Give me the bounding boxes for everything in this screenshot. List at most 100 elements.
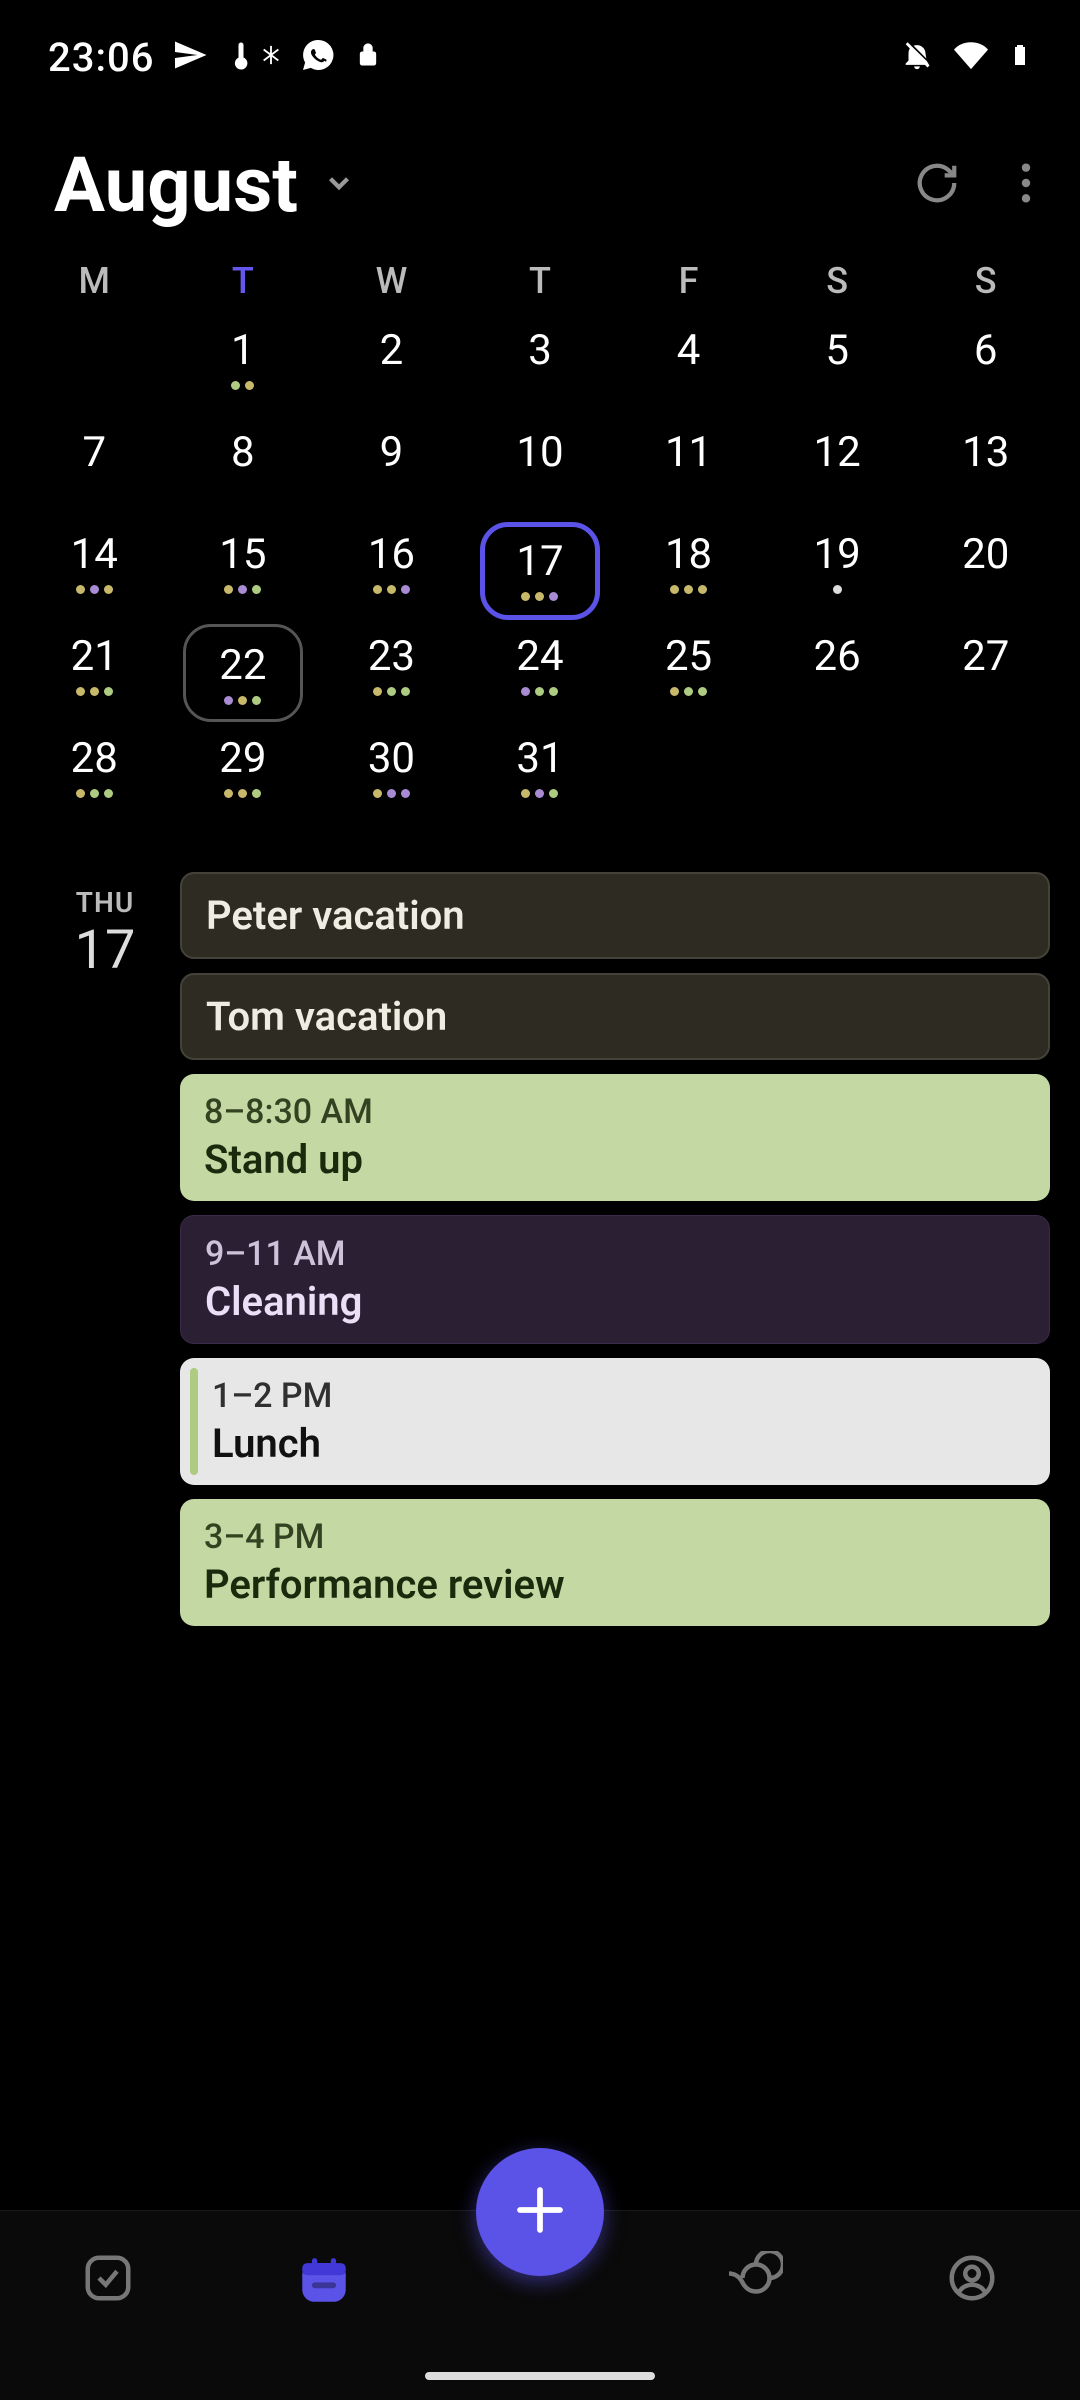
calendar-day-10[interactable]: 10 — [466, 420, 615, 522]
day-number: 5 — [825, 326, 849, 375]
event-card[interactable]: 1–2 PMLunch — [180, 1358, 1050, 1485]
calendar-day-6[interactable]: 6 — [911, 318, 1060, 420]
calendar-day-2[interactable]: 2 — [317, 318, 466, 420]
event-dot — [238, 585, 247, 594]
event-dot — [245, 381, 254, 390]
weekday-label: W — [317, 260, 466, 302]
event-dot — [373, 585, 382, 594]
calendar-day-25[interactable]: 25 — [614, 624, 763, 726]
calendar-day-27[interactable]: 27 — [911, 624, 1060, 726]
event-dot — [252, 585, 261, 594]
day-number: 10 — [516, 428, 563, 477]
event-dot — [549, 592, 558, 601]
calendar-day-15[interactable]: 15 — [169, 522, 318, 624]
sync-button[interactable] — [914, 160, 960, 210]
event-dot — [401, 789, 410, 798]
event-dot — [535, 592, 544, 601]
weekday-label: F — [614, 260, 763, 302]
calendar-day-1[interactable]: 1 — [169, 318, 318, 420]
event-dot — [76, 585, 85, 594]
day-number: 28 — [71, 734, 118, 783]
calendar-day-empty — [614, 726, 763, 828]
calendar-day-24[interactable]: 24 — [466, 624, 615, 726]
selected-day-label: THU 17 — [30, 872, 180, 1626]
event-dot — [670, 687, 679, 696]
calendar-day-30[interactable]: 30 — [317, 726, 466, 828]
calendar-day-7[interactable]: 7 — [20, 420, 169, 522]
calendar-day-29[interactable]: 29 — [169, 726, 318, 828]
event-card[interactable]: Peter vacation — [180, 872, 1050, 959]
calendar-day-20[interactable]: 20 — [911, 522, 1060, 624]
calendar-day-22[interactable]: 22 — [169, 624, 318, 726]
day-number: 11 — [665, 428, 712, 477]
calendar-grid: 1234567891011121314151617181920212223242… — [0, 318, 1080, 828]
calendar-day-31[interactable]: 31 — [466, 726, 615, 828]
calendar-day-3[interactable]: 3 — [466, 318, 615, 420]
event-dot — [252, 696, 261, 705]
event-dot — [252, 789, 261, 798]
calendar-day-19[interactable]: 19 — [763, 522, 912, 624]
event-dot — [231, 381, 240, 390]
event-dot — [684, 585, 693, 594]
day-number: 9 — [380, 428, 404, 477]
calendar-day-17[interactable]: 17 — [466, 522, 615, 624]
calendar-day-5[interactable]: 5 — [763, 318, 912, 420]
calendar-day-21[interactable]: 21 — [20, 624, 169, 726]
calendar-day-26[interactable]: 26 — [763, 624, 912, 726]
calendar-day-14[interactable]: 14 — [20, 522, 169, 624]
event-title: Cleaning — [205, 1278, 1025, 1325]
event-dot — [401, 585, 410, 594]
event-card[interactable]: 8–8:30 AMStand up — [180, 1074, 1050, 1201]
event-title: Lunch — [212, 1420, 1026, 1467]
day-number: 14 — [71, 530, 118, 579]
snowflake-icon — [260, 44, 282, 70]
calendar-day-9[interactable]: 9 — [317, 420, 466, 522]
event-dot — [698, 585, 707, 594]
month-selector[interactable]: August — [54, 140, 356, 230]
event-dot — [684, 687, 693, 696]
calendar-day-23[interactable]: 23 — [317, 624, 466, 726]
calendar-day-12[interactable]: 12 — [763, 420, 912, 522]
nav-tasks[interactable] — [0, 2251, 216, 2305]
event-card[interactable]: Tom vacation — [180, 973, 1050, 1060]
event-dot — [387, 687, 396, 696]
calendar-day-28[interactable]: 28 — [20, 726, 169, 828]
events-column[interactable]: Peter vacation Tom vacation 8–8:30 AMStand… — [180, 872, 1050, 1626]
event-dot — [224, 585, 233, 594]
event-dot — [90, 585, 99, 594]
battery-icon — [1008, 36, 1032, 78]
day-number: 8 — [231, 428, 255, 477]
add-event-fab[interactable] — [476, 2148, 604, 2276]
event-title: Peter vacation — [206, 892, 1024, 939]
event-dot — [521, 789, 530, 798]
day-number: 6 — [974, 326, 998, 375]
calendar-day-4[interactable]: 4 — [614, 318, 763, 420]
notifications-off-icon — [900, 38, 934, 76]
event-dot — [549, 687, 558, 696]
overflow-menu-button[interactable] — [1020, 160, 1032, 210]
event-dot — [698, 687, 707, 696]
nav-profile[interactable] — [864, 2251, 1080, 2305]
thermometer-icon — [226, 37, 256, 77]
event-card[interactable]: 9–11 AMCleaning — [180, 1215, 1050, 1344]
calendar-day-13[interactable]: 13 — [911, 420, 1060, 522]
day-number: 21 — [71, 632, 118, 681]
event-title: Tom vacation — [206, 993, 1024, 1040]
day-number: 15 — [219, 530, 266, 579]
calendar-day-16[interactable]: 16 — [317, 522, 466, 624]
weekday-label: S — [763, 260, 912, 302]
calendar-day-8[interactable]: 8 — [169, 420, 318, 522]
weekday-label: M — [20, 260, 169, 302]
nav-loop[interactable] — [648, 2251, 864, 2305]
telegram-icon — [172, 37, 208, 77]
nav-calendar[interactable] — [216, 2251, 432, 2309]
home-indicator[interactable] — [425, 2372, 655, 2380]
selected-day-weekday: THU — [30, 886, 180, 919]
calendar-day-18[interactable]: 18 — [614, 522, 763, 624]
event-time: 9–11 AM — [205, 1234, 1025, 1274]
event-card[interactable]: 3–4 PMPerformance review — [180, 1499, 1050, 1626]
day-number: 23 — [368, 632, 415, 681]
event-title: Performance review — [204, 1561, 1026, 1608]
calendar-day-11[interactable]: 11 — [614, 420, 763, 522]
selected-day-number: 17 — [30, 919, 180, 982]
